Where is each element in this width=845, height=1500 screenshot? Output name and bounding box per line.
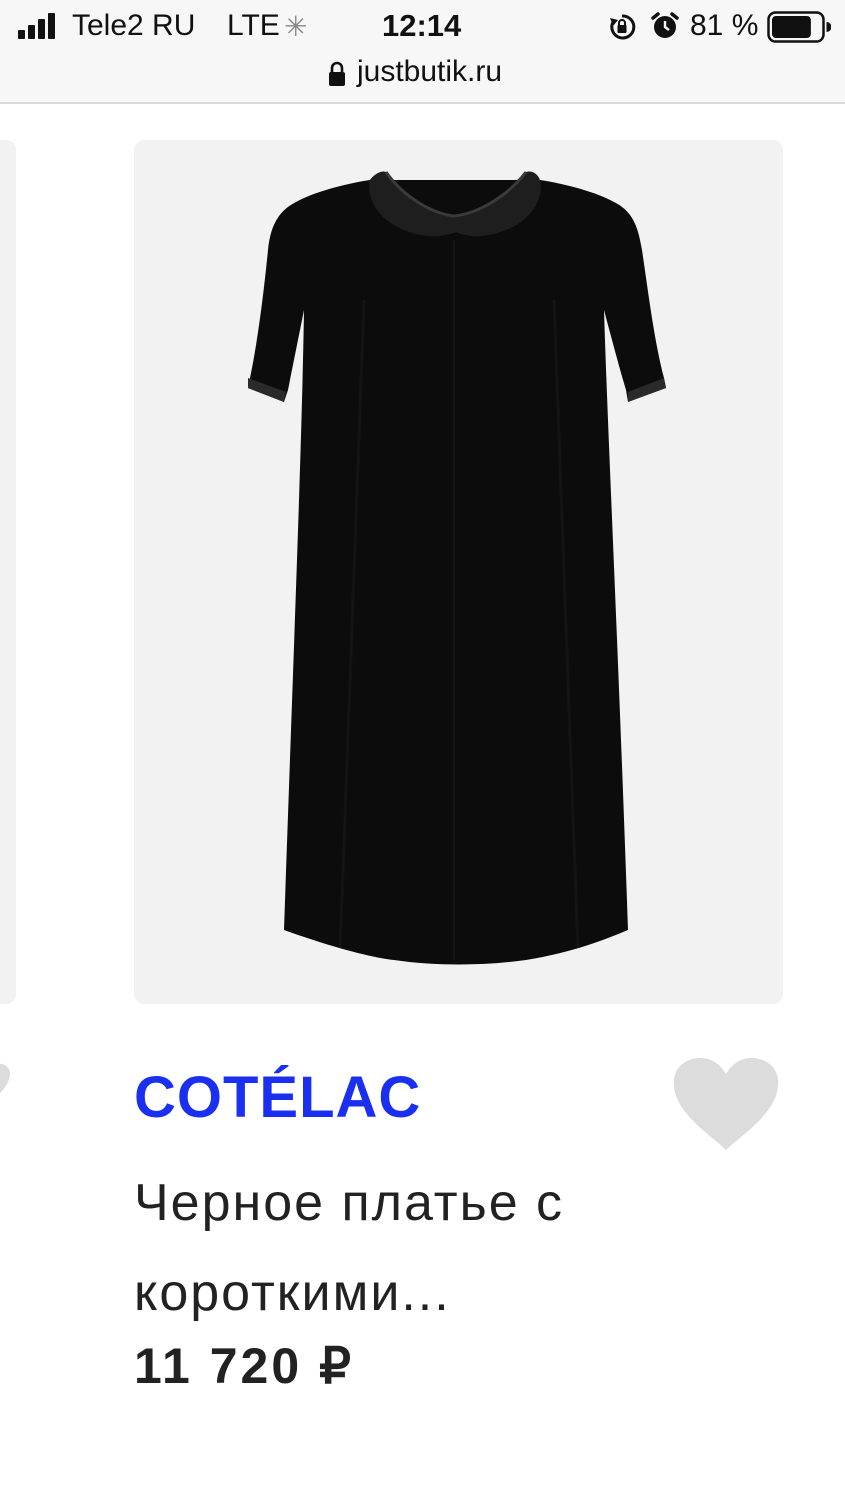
previous-heart-icon[interactable] <box>0 1060 12 1114</box>
address-bar[interactable]: justbutik.ru <box>0 52 845 104</box>
carrier-name: Tele2 RU <box>72 9 196 42</box>
cellular-signal-icon <box>18 13 62 39</box>
product-name-line-1: Черное платье с <box>134 1174 565 1232</box>
status-bar: Tele2 RU LTE ✳ 12:14 81 % <box>0 0 845 52</box>
rotation-lock-icon <box>610 14 636 40</box>
previous-product-card[interactable] <box>0 140 16 1004</box>
battery-icon <box>767 11 831 43</box>
product-brand[interactable]: COTÉLAC <box>134 1066 421 1130</box>
loading-spinner-icon: ✳ <box>284 11 308 42</box>
url-text[interactable]: justbutik.ru <box>357 54 502 90</box>
network-type: LTE <box>227 9 280 42</box>
battery-percent: 81 % <box>690 9 759 42</box>
favorite-heart-icon[interactable] <box>672 1056 780 1152</box>
status-time: 12:14 <box>382 8 462 43</box>
product-image[interactable] <box>134 140 783 1004</box>
alarm-clock-icon <box>651 12 679 38</box>
product-name[interactable]: Черное платье с короткими... <box>134 1158 694 1338</box>
lock-icon <box>329 61 345 86</box>
product-name-line-2: короткими... <box>134 1264 451 1322</box>
product-price: 11 720 ₽ <box>134 1338 354 1394</box>
black-dress-image <box>248 171 666 965</box>
